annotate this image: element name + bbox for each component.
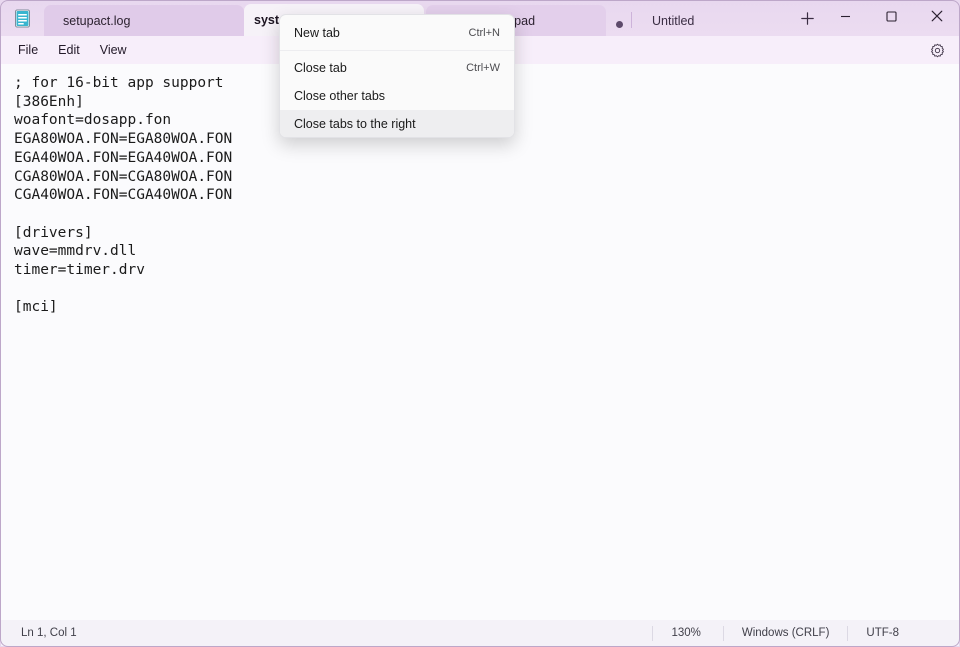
menu-item-label: Close tab <box>294 61 347 75</box>
tab-context-menu: New tab Ctrl+N Close tab Ctrl+W Close ot… <box>279 14 515 138</box>
menu-item-close-tab[interactable]: Close tab Ctrl+W <box>280 54 514 82</box>
menu-item-label: Close tabs to the right <box>294 117 416 131</box>
tab-label: Untitled <box>652 14 694 28</box>
cursor-position: Ln 1, Col 1 <box>1 627 77 639</box>
statusbar-right: 130% Windows (CRLF) UTF-8 <box>652 620 959 646</box>
gear-icon[interactable] <box>924 39 950 61</box>
menu-item-close-tabs-to-the-right[interactable]: Close tabs to the right <box>280 110 514 138</box>
tab-modified-indicator <box>616 21 623 28</box>
line-ending[interactable]: Windows (CRLF) <box>723 626 848 641</box>
encoding[interactable]: UTF-8 <box>847 626 959 641</box>
new-tab-button[interactable] <box>790 3 824 33</box>
notepad-icon <box>0 0 44 36</box>
menu-separator <box>280 50 514 51</box>
tab-separator <box>631 12 632 28</box>
menu-item-label: Close other tabs <box>294 89 385 103</box>
zoom-level[interactable]: 130% <box>652 626 722 641</box>
tab-untitled[interactable]: Untitled <box>640 5 790 36</box>
menu-item-new-tab[interactable]: New tab Ctrl+N <box>280 19 514 47</box>
menu-view[interactable]: View <box>90 39 137 61</box>
menu-edit[interactable]: Edit <box>48 39 90 61</box>
tab-setupact-log[interactable]: setupact.log <box>44 5 244 36</box>
menu-file[interactable]: File <box>8 39 48 61</box>
close-button[interactable] <box>914 0 960 32</box>
menu-item-close-other-tabs[interactable]: Close other tabs <box>280 82 514 110</box>
tab-label: setupact.log <box>56 14 130 28</box>
statusbar: Ln 1, Col 1 130% Windows (CRLF) UTF-8 <box>1 620 959 646</box>
maximize-button[interactable] <box>868 0 914 32</box>
text-editor[interactable]: ; for 16-bit app support [386Enh] woafon… <box>1 64 959 620</box>
notepad-window: setupact.log system.ini Legacy Notepad U… <box>0 0 960 647</box>
menu-item-label: New tab <box>294 26 340 40</box>
menu-item-accelerator: Ctrl+W <box>466 62 500 74</box>
window-controls <box>822 0 960 36</box>
minimize-button[interactable] <box>822 0 868 32</box>
menu-item-accelerator: Ctrl+N <box>469 27 500 39</box>
